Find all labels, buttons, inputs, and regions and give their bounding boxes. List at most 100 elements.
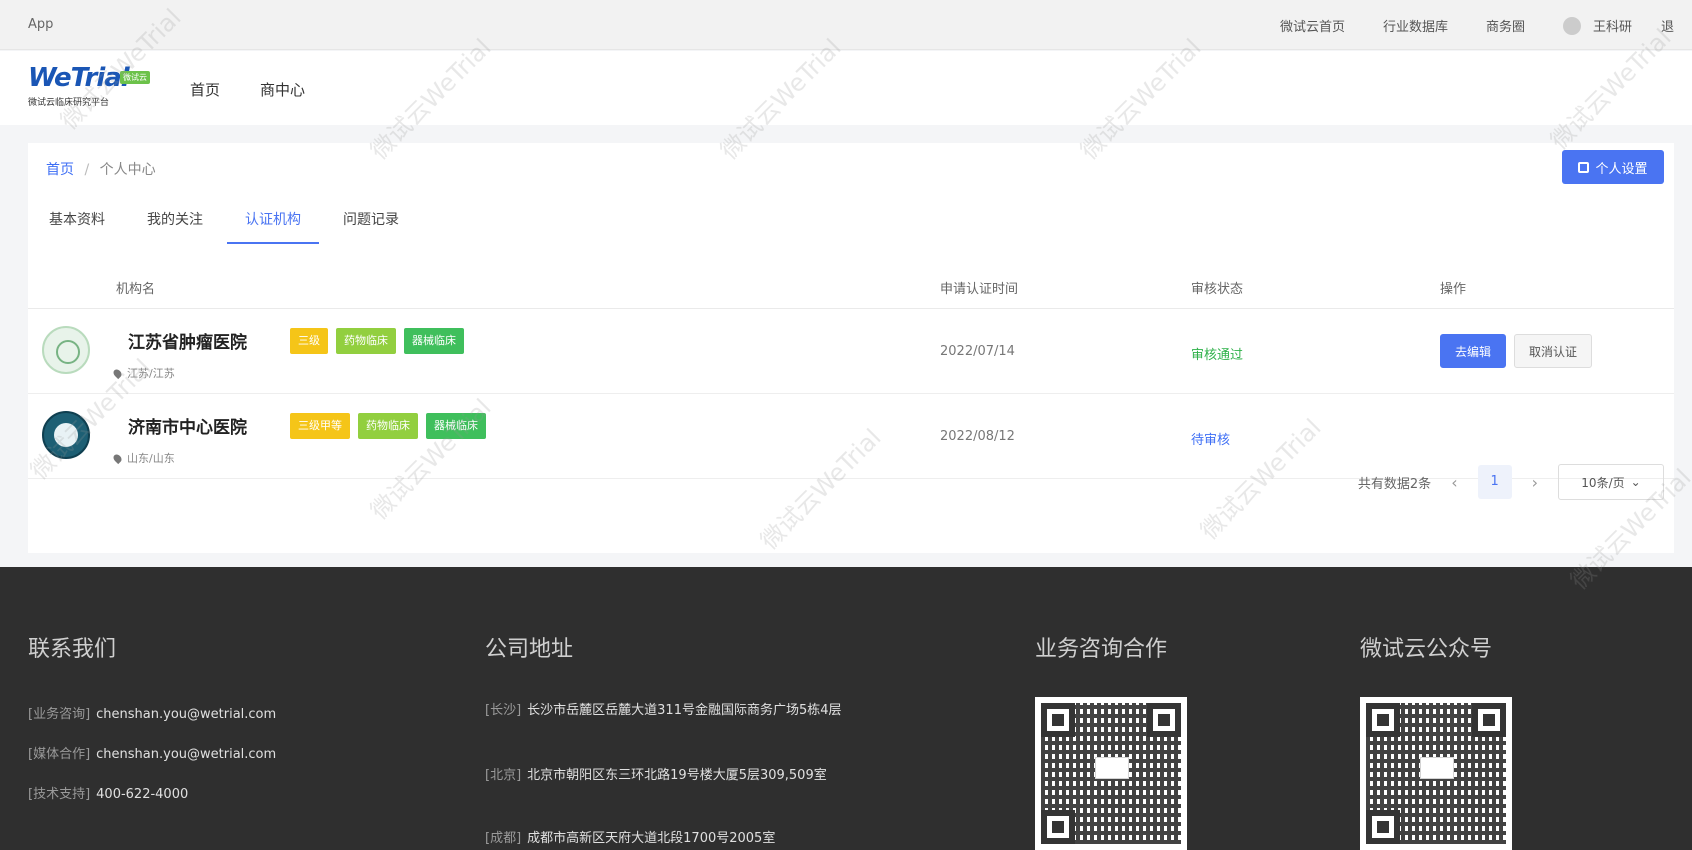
main-navbar: WeTrial 微试云临床研究平台 微试云 首页 商中心 — [0, 51, 1692, 125]
personal-center-card: 首页 / 个人中心 个人设置 基本资料 我的关注 认证机构 问题记录 机构名 申… — [28, 143, 1674, 553]
contact-line: [技术支持] 400-622-4000 — [28, 783, 188, 802]
review-status: 审核通过 — [1191, 348, 1244, 363]
address-line: [北京] 北京市朝阳区东三环北路19号楼大厦5层309,509室 — [485, 765, 865, 787]
chevron-down-icon: ⌄ — [1630, 475, 1641, 489]
contact-label: [媒体合作] — [28, 747, 91, 762]
header-institution: 机构名 — [116, 282, 156, 297]
header-apply-date: 申请认证时间 — [940, 282, 1019, 297]
tag-drug-clinical: 药物临床 — [358, 413, 418, 439]
pagination: 共有数据2条 ‹ 1 › 10条/页 ⌄ — [1358, 463, 1664, 501]
settings-button-label: 个人设置 — [1595, 161, 1648, 177]
tag-level: 三级 — [290, 328, 328, 354]
address-text: 成都市高新区天府大道北段1700号2005室 — [527, 831, 776, 846]
location-pin-icon — [111, 452, 124, 464]
business-qr-code — [1035, 697, 1187, 850]
address-text: 北京市朝阳区东三环北路19号楼大厦5层309,509室 — [527, 768, 827, 783]
top-utility-bar: App 微试云首页 行业数据库 商务圈 王科研 退 — [0, 0, 1692, 50]
wechat-title: 微试云公众号 — [1360, 637, 1493, 662]
institution-tags: 三级甲等 药物临床 器械临床 — [290, 413, 486, 439]
qr-center-logo — [1095, 757, 1129, 779]
header-actions: 操作 — [1440, 282, 1467, 297]
contact-line: [媒体合作] chenshan.you@wetrial.com — [28, 743, 276, 762]
location-text: 山东/山东 — [127, 452, 175, 465]
contact-value[interactable]: chenshan.you@wetrial.com — [96, 707, 276, 722]
tag-device-clinical: 器械临床 — [426, 413, 486, 439]
tab-question-records[interactable]: 问题记录 — [322, 199, 420, 244]
tab-certified-institutions[interactable]: 认证机构 — [224, 199, 322, 244]
page-size-select[interactable]: 10条/页 ⌄ — [1558, 464, 1664, 500]
institution-name[interactable]: 江苏省肿瘤医院 — [128, 328, 247, 353]
user-menu[interactable]: 王科研 — [1562, 16, 1632, 35]
page-1-button[interactable]: 1 — [1477, 465, 1512, 499]
logo-badge: 微试云 — [120, 71, 150, 84]
top-links: 微试云首页 行业数据库 商务圈 王科研 — [1280, 16, 1632, 35]
location-text: 江苏/江苏 — [127, 367, 175, 380]
address-line: [长沙] 长沙市岳麓区岳麓大道311号金融国际商务广场5栋4层 — [485, 700, 865, 722]
contact-value: 400-622-4000 — [96, 787, 189, 802]
next-page-icon[interactable]: › — [1532, 473, 1538, 492]
tab-my-follows[interactable]: 我的关注 — [126, 199, 224, 244]
qr-finder — [1366, 703, 1400, 737]
tag-device-clinical: 器械临床 — [404, 328, 464, 354]
review-status: 待审核 — [1191, 433, 1231, 448]
row-actions: 去编辑 取消认证 — [1440, 334, 1593, 368]
app-link[interactable]: App — [28, 17, 53, 32]
apply-date: 2022/08/12 — [940, 429, 1015, 444]
nav-home[interactable]: 首页 — [190, 79, 220, 100]
institution-name[interactable]: 济南市中心医院 — [128, 413, 247, 438]
prev-page-icon[interactable]: ‹ — [1451, 473, 1457, 492]
qr-finder — [1041, 703, 1075, 737]
tag-level: 三级甲等 — [290, 413, 350, 439]
breadcrumb-current: 个人中心 — [99, 162, 156, 178]
breadcrumb: 首页 / 个人中心 — [46, 159, 156, 179]
logout-link[interactable]: 退 — [1661, 16, 1674, 35]
breadcrumb-separator: / — [84, 162, 90, 178]
link-wetrial-home[interactable]: 微试云首页 — [1280, 16, 1345, 35]
logo-subtitle: 微试云临床研究平台 — [28, 98, 110, 108]
site-footer: 联系我们 [业务咨询] chenshan.you@wetrial.com [媒体合… — [0, 567, 1692, 850]
hospital-logo — [42, 411, 90, 459]
user-avatar-icon — [1562, 16, 1581, 35]
hospital-logo — [42, 326, 90, 374]
location-pin-icon — [111, 367, 124, 379]
qr-finder — [1147, 703, 1181, 737]
page-size-value: 10条/页 — [1581, 475, 1625, 490]
nav-business-center[interactable]: 商中心 — [260, 79, 305, 100]
address-line: [成都] 成都市高新区天府大道北段1700号2005室 — [485, 828, 865, 850]
table-header: 机构名 申请认证时间 审核状态 操作 — [28, 265, 1674, 309]
header-review-status: 审核状态 — [1191, 282, 1244, 297]
qr-center-logo — [1420, 757, 1454, 779]
apply-date: 2022/07/14 — [940, 344, 1015, 359]
qr-pattern — [1041, 703, 1181, 844]
personal-settings-button[interactable]: 个人设置 — [1562, 150, 1664, 184]
breadcrumb-home[interactable]: 首页 — [46, 162, 74, 178]
wetrial-logo[interactable]: WeTrial 微试云临床研究平台 微试云 — [28, 63, 150, 113]
tag-drug-clinical: 药物临床 — [336, 328, 396, 354]
pagination-total: 共有数据2条 — [1357, 476, 1432, 492]
contact-label: [技术支持] — [28, 787, 91, 802]
link-industry-database[interactable]: 行业数据库 — [1383, 16, 1448, 35]
user-name: 王科研 — [1592, 20, 1632, 35]
qr-finder — [1472, 703, 1506, 737]
qr-finder — [1366, 810, 1400, 844]
contact-label: [业务咨询] — [28, 707, 91, 722]
business-title: 业务咨询合作 — [1035, 637, 1168, 662]
tabs: 基本资料 我的关注 认证机构 问题记录 — [28, 199, 1674, 244]
institution-tags: 三级 药物临床 器械临床 — [290, 328, 464, 354]
tab-basic-info[interactable]: 基本资料 — [28, 199, 126, 244]
link-business-circle[interactable]: 商务圈 — [1486, 16, 1525, 35]
address-city: [成都] — [485, 831, 522, 846]
contact-title: 联系我们 — [28, 637, 117, 662]
address-title: 公司地址 — [485, 637, 574, 662]
address-text: 长沙市岳麓区岳麓大道311号金融国际商务广场5栋4层 — [527, 703, 842, 718]
wechat-qr-code — [1360, 697, 1512, 850]
qr-finder — [1041, 810, 1075, 844]
address-city: [长沙] — [485, 703, 522, 718]
cancel-certification-button[interactable]: 取消认证 — [1514, 334, 1593, 368]
address-city: [北京] — [485, 768, 522, 783]
qr-pattern — [1366, 703, 1506, 844]
contact-value[interactable]: chenshan.you@wetrial.com — [96, 747, 276, 762]
contact-line: [业务咨询] chenshan.you@wetrial.com — [28, 703, 276, 722]
table-row: 江苏省肿瘤医院 三级 药物临床 器械临床 江苏/江苏 2022/07/14 审核… — [28, 310, 1674, 394]
edit-button[interactable]: 去编辑 — [1440, 334, 1507, 368]
